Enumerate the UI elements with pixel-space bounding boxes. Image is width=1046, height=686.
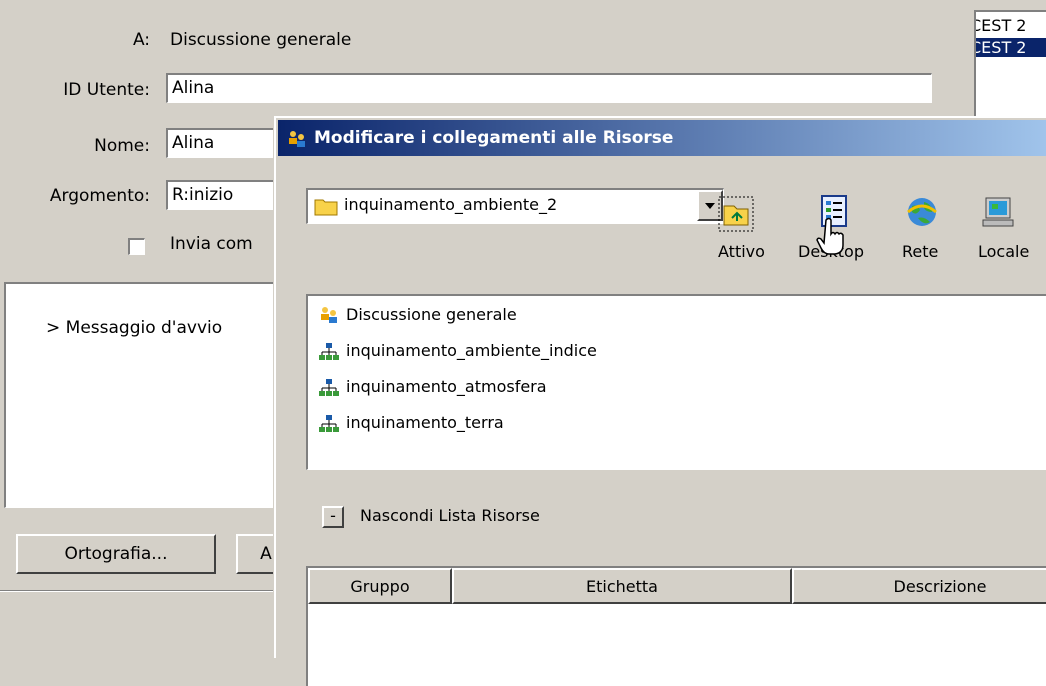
side-list-item[interactable]: CEST 2 <box>976 16 1026 35</box>
list-item-label: inquinamento_terra <box>346 413 504 432</box>
list-item-label: Discussione generale <box>346 305 517 324</box>
userid-label: ID Utente: <box>63 80 150 100</box>
hand-cursor-icon <box>816 216 850 260</box>
hierarchy-icon <box>319 342 339 360</box>
folder-icon <box>314 196 338 220</box>
resource-table[interactable]: Gruppo Etichetta Descrizione <box>306 566 1046 686</box>
dialog-titlebar[interactable]: Modificare i collegamenti alle Risorse <box>278 120 1046 156</box>
side-list-item-selected[interactable]: CEST 2 <box>976 38 1046 57</box>
hide-list-label[interactable]: Nascondi Lista Risorse <box>360 506 540 525</box>
name-label: Nome: <box>94 136 150 156</box>
folder-up-icon[interactable] <box>718 196 754 232</box>
resource-links-dialog: Modificare i collegamenti alle Risorse i… <box>274 116 1046 686</box>
resource-list[interactable]: Discussione generale inquinamento_ambien… <box>306 294 1046 470</box>
list-item-label: inquinamento_atmosfera <box>346 377 547 396</box>
list-item[interactable]: inquinamento_terra <box>318 410 504 436</box>
list-item[interactable]: inquinamento_ambiente_indice <box>318 338 597 364</box>
network-icon[interactable] <box>904 194 940 230</box>
message-text: > Messaggio d'avvio <box>46 318 223 338</box>
people-icon <box>321 306 337 323</box>
toolbar-label-attivo[interactable]: Attivo <box>718 242 765 261</box>
list-item-label: inquinamento_ambiente_indice <box>346 341 597 360</box>
send-label: Invia com <box>170 234 253 254</box>
form-divider <box>0 590 300 592</box>
to-label: A: <box>132 30 150 50</box>
column-header-descrizione[interactable]: Descrizione <box>792 568 1046 604</box>
list-item[interactable]: Discussione generale <box>318 302 517 328</box>
hide-list-toggle-button[interactable]: - <box>322 506 344 528</box>
folder-select-value: inquinamento_ambiente_2 <box>344 195 558 214</box>
message-area[interactable]: > Messaggio d'avvio <box>4 282 294 508</box>
side-list[interactable]: CEST 2 CEST 2 <box>974 10 1046 118</box>
topic-label: Argomento: <box>49 186 150 206</box>
spell-check-button[interactable]: Ortografia... <box>16 534 216 574</box>
send-checkbox[interactable] <box>128 238 145 255</box>
computer-icon[interactable] <box>980 194 1016 230</box>
hierarchy-icon <box>319 378 339 396</box>
to-value: Discussione generale <box>170 30 352 50</box>
people-icon <box>286 128 308 164</box>
toolbar-label-rete[interactable]: Rete <box>902 242 938 261</box>
column-header-etichetta[interactable]: Etichetta <box>452 568 792 604</box>
folder-select[interactable]: inquinamento_ambiente_2 <box>306 188 724 224</box>
topic-field[interactable]: R:inizio <box>166 180 286 210</box>
dialog-title: Modificare i collegamenti alle Risorse <box>314 128 674 148</box>
list-item[interactable]: inquinamento_atmosfera <box>318 374 547 400</box>
userid-field[interactable]: Alina <box>166 73 932 103</box>
name-field[interactable]: Alina <box>166 128 286 158</box>
toolbar-label-locale[interactable]: Locale <box>978 242 1029 261</box>
hierarchy-icon <box>319 414 339 432</box>
column-header-gruppo[interactable]: Gruppo <box>308 568 452 604</box>
